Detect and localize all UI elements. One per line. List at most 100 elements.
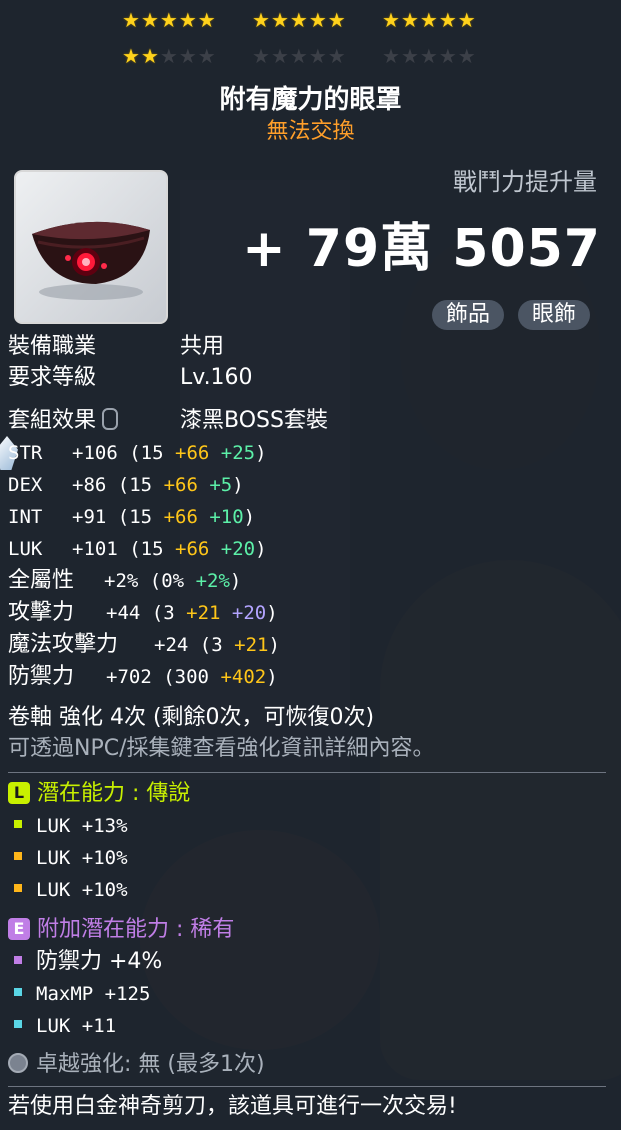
item-icon-frame xyxy=(14,170,168,324)
stat-row-defense: 防禦力 +702 (300 +402) xyxy=(8,664,278,689)
star-filled-icon: ★ xyxy=(252,8,271,32)
stat-total: +24 xyxy=(154,634,189,656)
potential-text: LUK +10% xyxy=(36,879,128,901)
stat-total: +91 xyxy=(72,506,107,528)
exceptional-upgrade: 卓越強化: 無 (最多1次) xyxy=(8,1050,265,1080)
star-empty-icon: ★ xyxy=(197,44,217,68)
stat-flame-bonus: +20 xyxy=(220,538,256,560)
stat-name: 防禦力 xyxy=(8,664,75,689)
stat-scroll-bonus: +20 xyxy=(231,602,267,624)
set-effect: 套組效果 漆黑BOSS套裝 xyxy=(8,406,328,436)
star-force-row: ★★★★★ xyxy=(122,45,217,67)
bonus-potential-text: 防禦力 +4% xyxy=(36,949,163,974)
star-filled-icon: ★ xyxy=(122,44,141,68)
stat-total: +702 xyxy=(106,666,152,688)
star-force-row: ★★★★★ xyxy=(382,9,477,31)
combat-power-label: 戰鬥力提升量 xyxy=(453,168,597,196)
scroll-upgrade-line: 卷軸 強化 4次 (剩餘0次，可恢復0次) xyxy=(8,705,375,730)
stat-base: 0% xyxy=(161,570,185,592)
set-label: 套組效果 xyxy=(8,408,97,433)
potential-label: 潛在能力 xyxy=(37,781,126,806)
item-tooltip: ★★★★★ ★★★★★ ★★★★★ ★★★★★ ★★★★★ ★★★★★ 附有魔力… xyxy=(0,0,621,1130)
stat-star-bonus: +402 xyxy=(220,666,267,688)
stat-name: INT xyxy=(8,506,43,528)
stat-star-bonus: +21 xyxy=(234,634,269,656)
rare-badge-icon: E xyxy=(8,918,30,940)
stat-base: 15 xyxy=(129,506,153,528)
bonus-potential-text: MaxMP +125 xyxy=(36,983,151,1005)
stat-base: 15 xyxy=(140,538,164,560)
stat-star-bonus: +66 xyxy=(175,538,210,560)
star-empty-icon: ★ xyxy=(270,44,290,68)
legendary-badge-icon: L xyxy=(8,782,30,804)
job-label: 裝備職業 xyxy=(8,334,97,359)
star-filled-icon: ★ xyxy=(419,8,439,32)
star-filled-icon: ★ xyxy=(308,8,328,32)
stat-name: 攻擊力 xyxy=(8,600,75,625)
lock-icon xyxy=(102,408,119,430)
subcategory-tag: 眼飾 xyxy=(518,300,591,330)
stat-star-bonus: +66 xyxy=(163,506,198,528)
star-filled-icon: ★ xyxy=(197,8,217,32)
star-filled-icon: ★ xyxy=(140,8,160,32)
star-empty-icon: ★ xyxy=(382,44,401,68)
bonus-potential-line: MaxMP +125 xyxy=(8,979,150,1009)
combat-power-value: + 79萬 5057 xyxy=(242,219,601,279)
stat-total: +106 xyxy=(72,442,118,464)
stat-base: 3 xyxy=(211,634,223,656)
bullet-icon xyxy=(14,852,22,860)
stat-base: 3 xyxy=(163,602,175,624)
star-filled-icon: ★ xyxy=(140,44,160,68)
star-force-row: ★★★★★ xyxy=(252,45,347,67)
stat-star-bonus: +21 xyxy=(186,602,221,624)
gear-icon xyxy=(8,1053,28,1073)
star-filled-icon: ★ xyxy=(178,8,198,32)
star-empty-icon: ★ xyxy=(438,44,458,68)
potential-text: LUK +10% xyxy=(36,847,128,869)
potential-line: LUK +10% xyxy=(8,875,128,905)
bonus-potential-grade: 稀有 xyxy=(190,917,235,942)
stat-name: LUK xyxy=(8,538,43,560)
potential-line: LUK +13% xyxy=(8,811,128,841)
divider xyxy=(8,772,606,773)
stat-row-all-stats: 全屬性 +2% (0% +2%) xyxy=(8,568,242,593)
bonus-potential-header: E 附加潛在能力 : 稀有 xyxy=(8,915,234,945)
divider xyxy=(8,1086,606,1087)
star-empty-icon: ★ xyxy=(308,44,328,68)
stat-flame-bonus: +2% xyxy=(195,570,230,592)
category-tag: 飾品 xyxy=(432,300,505,330)
eye-patch-icon xyxy=(32,221,150,300)
stat-name: 魔法攻擊力 xyxy=(8,632,119,657)
stat-star-bonus: +66 xyxy=(163,474,198,496)
set-name: 漆黑BOSS套裝 xyxy=(180,408,328,433)
stat-flame-bonus: +10 xyxy=(209,506,244,528)
star-filled-icon: ★ xyxy=(159,8,179,32)
stat-row-attack: 攻擊力 +44 (3 +21 +20) xyxy=(8,600,278,625)
star-empty-icon: ★ xyxy=(159,44,179,68)
stat-name: 全屬性 xyxy=(8,568,75,593)
footer-note: 若使用白金神奇剪刀，該道具可進行一次交易! xyxy=(8,1094,457,1119)
bullet-icon xyxy=(14,820,22,828)
star-force-row: ★★★★★ xyxy=(382,45,477,67)
potential-header: L 潛在能力 : 傳說 xyxy=(8,779,190,809)
stat-flame-bonus: +25 xyxy=(220,442,256,464)
stat-base: 300 xyxy=(174,666,209,688)
job-value: 共用 xyxy=(180,334,225,359)
scroll-note: 可透過NPC/採集鍵查看強化資訊詳細內容。 xyxy=(8,736,435,761)
potential-line: LUK +10% xyxy=(8,843,128,873)
bonus-potential-line: 防禦力 +4% xyxy=(8,947,162,977)
star-empty-icon: ★ xyxy=(252,44,271,68)
stat-row-magic-attack: 魔法攻擊力 +24 (3 +21) xyxy=(8,632,280,657)
star-force-row: ★★★★★ xyxy=(252,9,347,31)
potential-text: LUK +13% xyxy=(36,815,128,837)
stat-name: STR xyxy=(8,442,43,464)
stat-row-dex: DEX +86 (15 +66 +5) xyxy=(8,474,244,496)
star-filled-icon: ★ xyxy=(289,8,309,32)
star-empty-icon: ★ xyxy=(457,44,477,68)
bonus-potential-label: 附加潛在能力 xyxy=(37,917,170,942)
stat-total: +86 xyxy=(72,474,107,496)
stat-row-luk: LUK +101 (15 +66 +20) xyxy=(8,538,267,560)
star-filled-icon: ★ xyxy=(438,8,458,32)
star-empty-icon: ★ xyxy=(289,44,309,68)
star-empty-icon: ★ xyxy=(327,44,347,68)
